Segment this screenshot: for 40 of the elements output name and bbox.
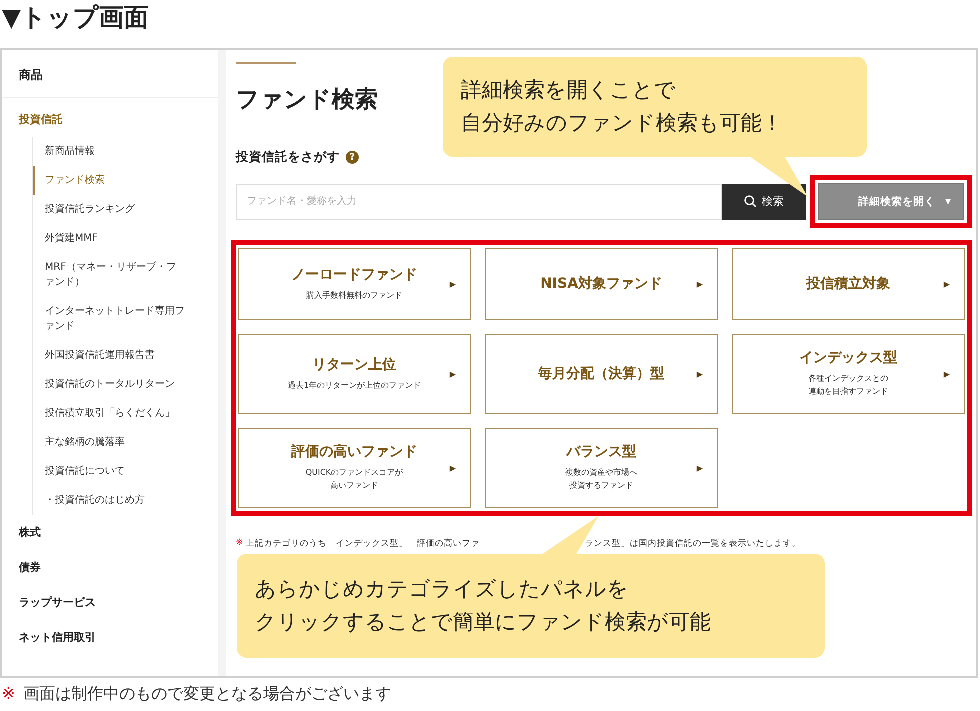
search-button[interactable]: 検索: [722, 184, 806, 220]
category-panel[interactable]: 投信積立対象 ▶: [732, 248, 965, 320]
page-title: ファンド検索: [236, 86, 378, 115]
help-icon[interactable]: ?: [346, 151, 359, 164]
screen-heading: ▼トップ画面: [1, 2, 150, 34]
category-panel[interactable]: リターン上位 過去1年のリターンが上位のファンド ▶: [238, 334, 471, 414]
sidebar-item[interactable]: インターネットトレード専用ファンド: [33, 297, 196, 341]
search-icon: [744, 195, 757, 208]
callout-text: あらかじめカテゴライズしたパネルを クリックすることで簡単にファンド検索が可能: [255, 576, 711, 636]
sidebar-item[interactable]: 外国投資信託運用報告書: [33, 341, 196, 370]
search-label: 投資信託をさがす: [236, 149, 340, 166]
sidebar-item[interactable]: 投資信託について: [33, 457, 196, 486]
sidebar-section[interactable]: 株式: [2, 515, 218, 550]
note-mark: ※: [236, 538, 244, 550]
category-panel[interactable]: 毎月分配（決算）型 ▶: [485, 334, 718, 414]
category-panel[interactable]: インデックス型 各種インデックスとの 連動を目指すファンド ▶: [732, 334, 965, 414]
sidebar-item[interactable]: 投資信託のトータルリターン: [33, 370, 196, 399]
note-text: 上記カテゴリのうち「インデックス型」「評価の高いファ: [246, 538, 480, 550]
sidebar-item[interactable]: 新商品情報: [33, 137, 196, 166]
search-field[interactable]: ファンド名・愛称を入力: [236, 184, 722, 220]
sidebar-item[interactable]: ファンド検索: [33, 166, 196, 195]
category-panel[interactable]: 評価の高いファンド QUICKのファンドスコアが 高いファンド ▶: [238, 428, 471, 508]
footer-mark: ※: [2, 684, 16, 705]
sidebar-item[interactable]: ・投資信託のはじめ方: [33, 486, 196, 515]
sidebar-title: 商品: [2, 64, 218, 98]
sidebar-item[interactable]: 投資信託ランキング: [33, 195, 196, 224]
sidebar-section[interactable]: ラップサービス: [2, 585, 218, 620]
sidebar-item[interactable]: 主な銘柄の騰落率: [33, 428, 196, 457]
sidebar-section[interactable]: ネット信用取引: [2, 620, 218, 655]
callout-text: 詳細検索を開くことで 自分好みのファンド検索も可能！: [461, 77, 783, 137]
sidebar-item[interactable]: MRF（マネー・リザーブ・ファンド）: [33, 253, 196, 297]
sidebar-item[interactable]: 投信積立取引「らくだくん」: [33, 399, 196, 428]
category-panel[interactable]: NISA対象ファンド ▶: [485, 248, 718, 320]
sidebar-section[interactable]: 債券: [2, 550, 218, 585]
category-panel[interactable]: ノーロードファンド 購入手数料無料のファンド ▶: [238, 248, 471, 320]
sidebar-item[interactable]: 外貨建MMF: [33, 224, 196, 253]
note-text: ランス型」は国内投資信託の一覧を表示いたします。: [585, 538, 802, 550]
sidebar-section[interactable]: 投資信託: [2, 98, 218, 137]
category-panel[interactable]: バランス型 複数の資産や市場へ 投資するファンド ▶: [485, 428, 718, 508]
footer-text: 画面は制作中のもので変更となる場合がございます: [23, 684, 392, 705]
